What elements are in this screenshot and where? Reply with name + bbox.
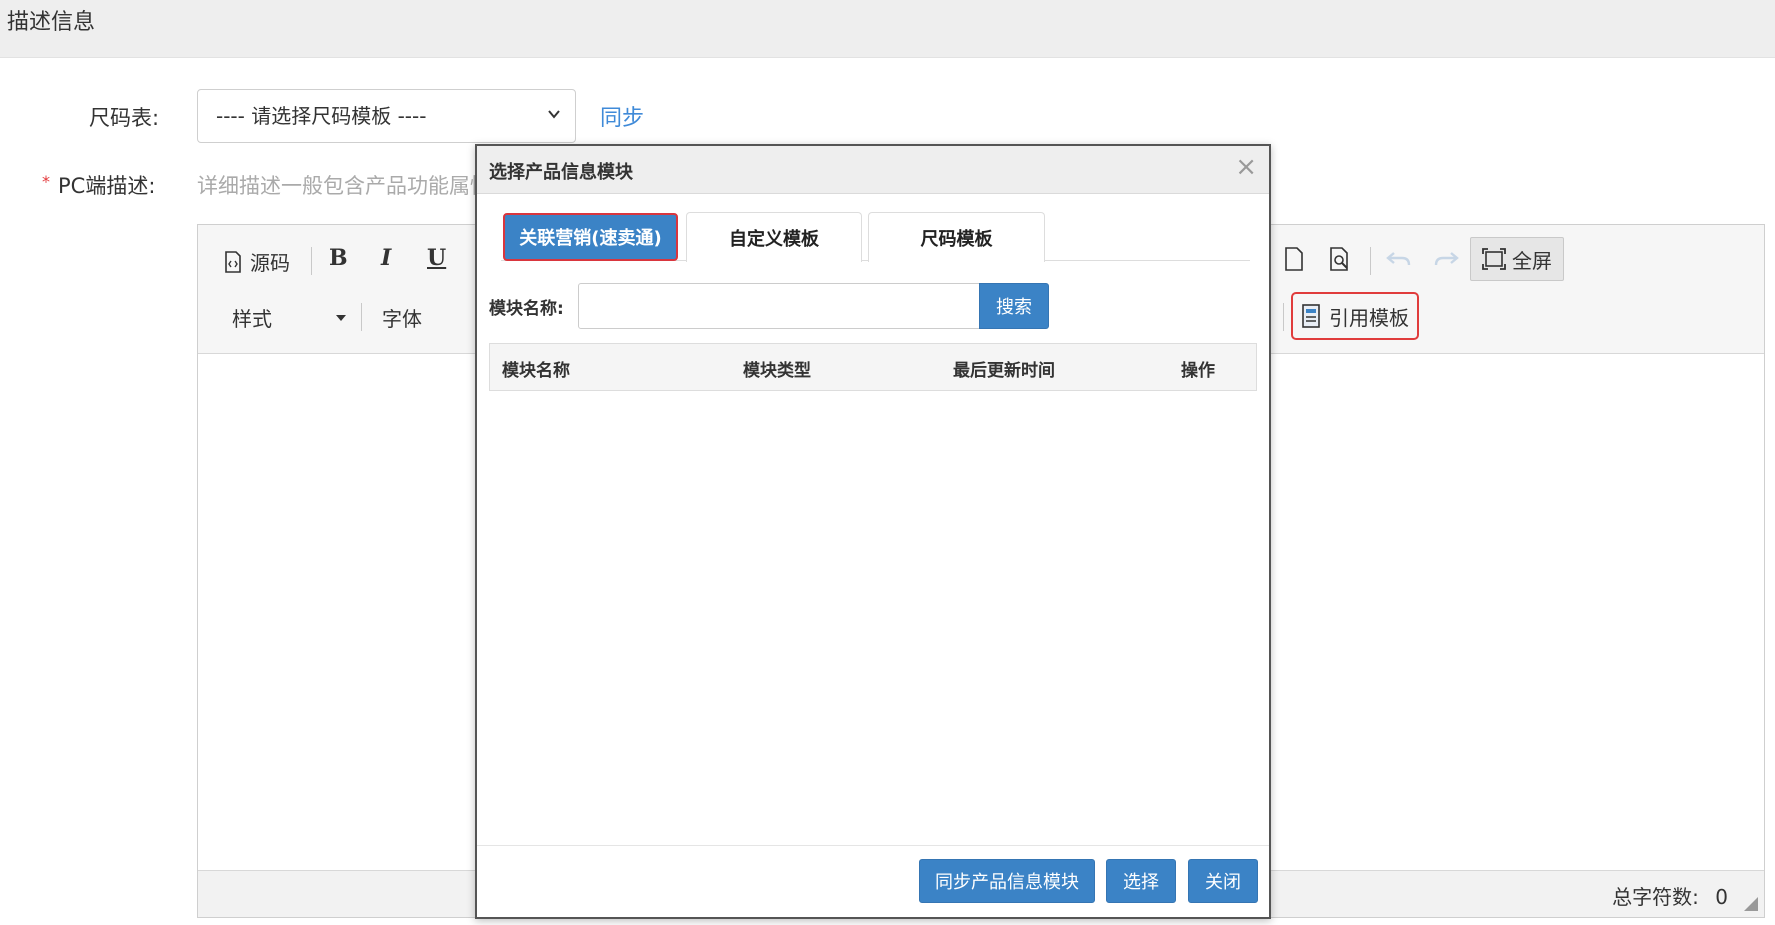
undo-button[interactable]: [1386, 251, 1412, 267]
style-select-label: 样式: [232, 307, 272, 331]
select-module-dialog: 选择产品信息模块 × 关联营销(速卖通) 自定义模板 尺码模板 模块名称: 搜索…: [475, 144, 1271, 919]
dialog-footer: 同步产品信息模块 选择 关闭: [477, 845, 1269, 917]
quote-template-label: 引用模板: [1329, 305, 1409, 330]
toolbar-divider: [311, 247, 312, 275]
size-chart-select[interactable]: ---- 请选择尺码模板 ----: [197, 89, 576, 143]
fullscreen-icon: [1482, 248, 1506, 270]
resize-grip-icon[interactable]: [1744, 897, 1758, 911]
dialog-title: 选择产品信息模块: [489, 162, 633, 183]
tab-custom-template[interactable]: 自定义模板: [686, 212, 862, 262]
dialog-header: 选择产品信息模块 ×: [477, 146, 1269, 194]
redo-button[interactable]: [1433, 251, 1459, 267]
module-name-input[interactable]: [578, 283, 980, 329]
sync-module-button[interactable]: 同步产品信息模块: [919, 859, 1095, 903]
search-button[interactable]: 搜索: [979, 283, 1049, 329]
column-module-name: 模块名称: [502, 361, 570, 381]
toolbar-divider: [361, 303, 362, 331]
quote-template-button[interactable]: 引用模板: [1291, 292, 1419, 340]
char-count: 总字符数: 0: [1612, 881, 1728, 910]
pc-description-placeholder: 详细描述一般包含产品功能属性: [197, 174, 477, 198]
module-name-label: 模块名称:: [489, 299, 564, 319]
preview-button[interactable]: [1329, 247, 1351, 271]
tab-related-marketing[interactable]: 关联营销(速卖通): [503, 213, 678, 261]
fullscreen-label: 全屏: [1512, 248, 1552, 273]
size-chart-select-value: ---- 请选择尺码模板 ----: [216, 104, 427, 128]
source-code-icon: [225, 250, 241, 273]
font-select[interactable]: 字体: [382, 303, 422, 332]
close-icon[interactable]: ×: [1235, 152, 1257, 182]
source-button-label: 源码: [250, 251, 290, 275]
new-document-button[interactable]: [1284, 247, 1304, 271]
toolbar-divider: [1283, 303, 1284, 331]
template-icon: [1302, 304, 1320, 328]
undo-icon: [1386, 252, 1411, 266]
column-actions: 操作: [1181, 361, 1215, 381]
caret-down-icon: [336, 314, 346, 321]
column-module-type: 模块类型: [743, 361, 811, 381]
size-chart-label: 尺码表:: [89, 106, 160, 130]
preview-icon: [1330, 247, 1348, 271]
bold-button[interactable]: B: [329, 245, 348, 271]
pc-description-label: * PC端描述:: [42, 170, 155, 200]
pc-description-label-text: PC端描述:: [58, 174, 156, 198]
required-mark: *: [42, 172, 50, 191]
chevron-down-icon: [548, 110, 560, 119]
source-button[interactable]: 源码: [224, 247, 290, 276]
char-count-label: 总字符数:: [1612, 885, 1699, 909]
redo-icon: [1434, 252, 1459, 266]
toolbar-divider: [1370, 247, 1371, 275]
tab-size-template[interactable]: 尺码模板: [868, 212, 1045, 262]
style-select[interactable]: 样式: [232, 303, 346, 332]
underline-button[interactable]: U: [427, 245, 446, 271]
italic-button[interactable]: I: [381, 245, 391, 271]
new-document-icon: [1285, 247, 1303, 271]
table-header: 模块名称 模块类型 最后更新时间 操作: [489, 343, 1257, 391]
char-count-value: 0: [1715, 885, 1728, 909]
column-last-updated: 最后更新时间: [953, 361, 1055, 381]
fullscreen-button[interactable]: 全屏: [1470, 237, 1564, 281]
close-button[interactable]: 关闭: [1188, 859, 1258, 903]
sync-link[interactable]: 同步: [600, 100, 644, 132]
select-button[interactable]: 选择: [1106, 859, 1176, 903]
module-table: 模块名称 模块类型 最后更新时间 操作: [489, 343, 1257, 391]
section-title: 描述信息: [0, 0, 1775, 58]
